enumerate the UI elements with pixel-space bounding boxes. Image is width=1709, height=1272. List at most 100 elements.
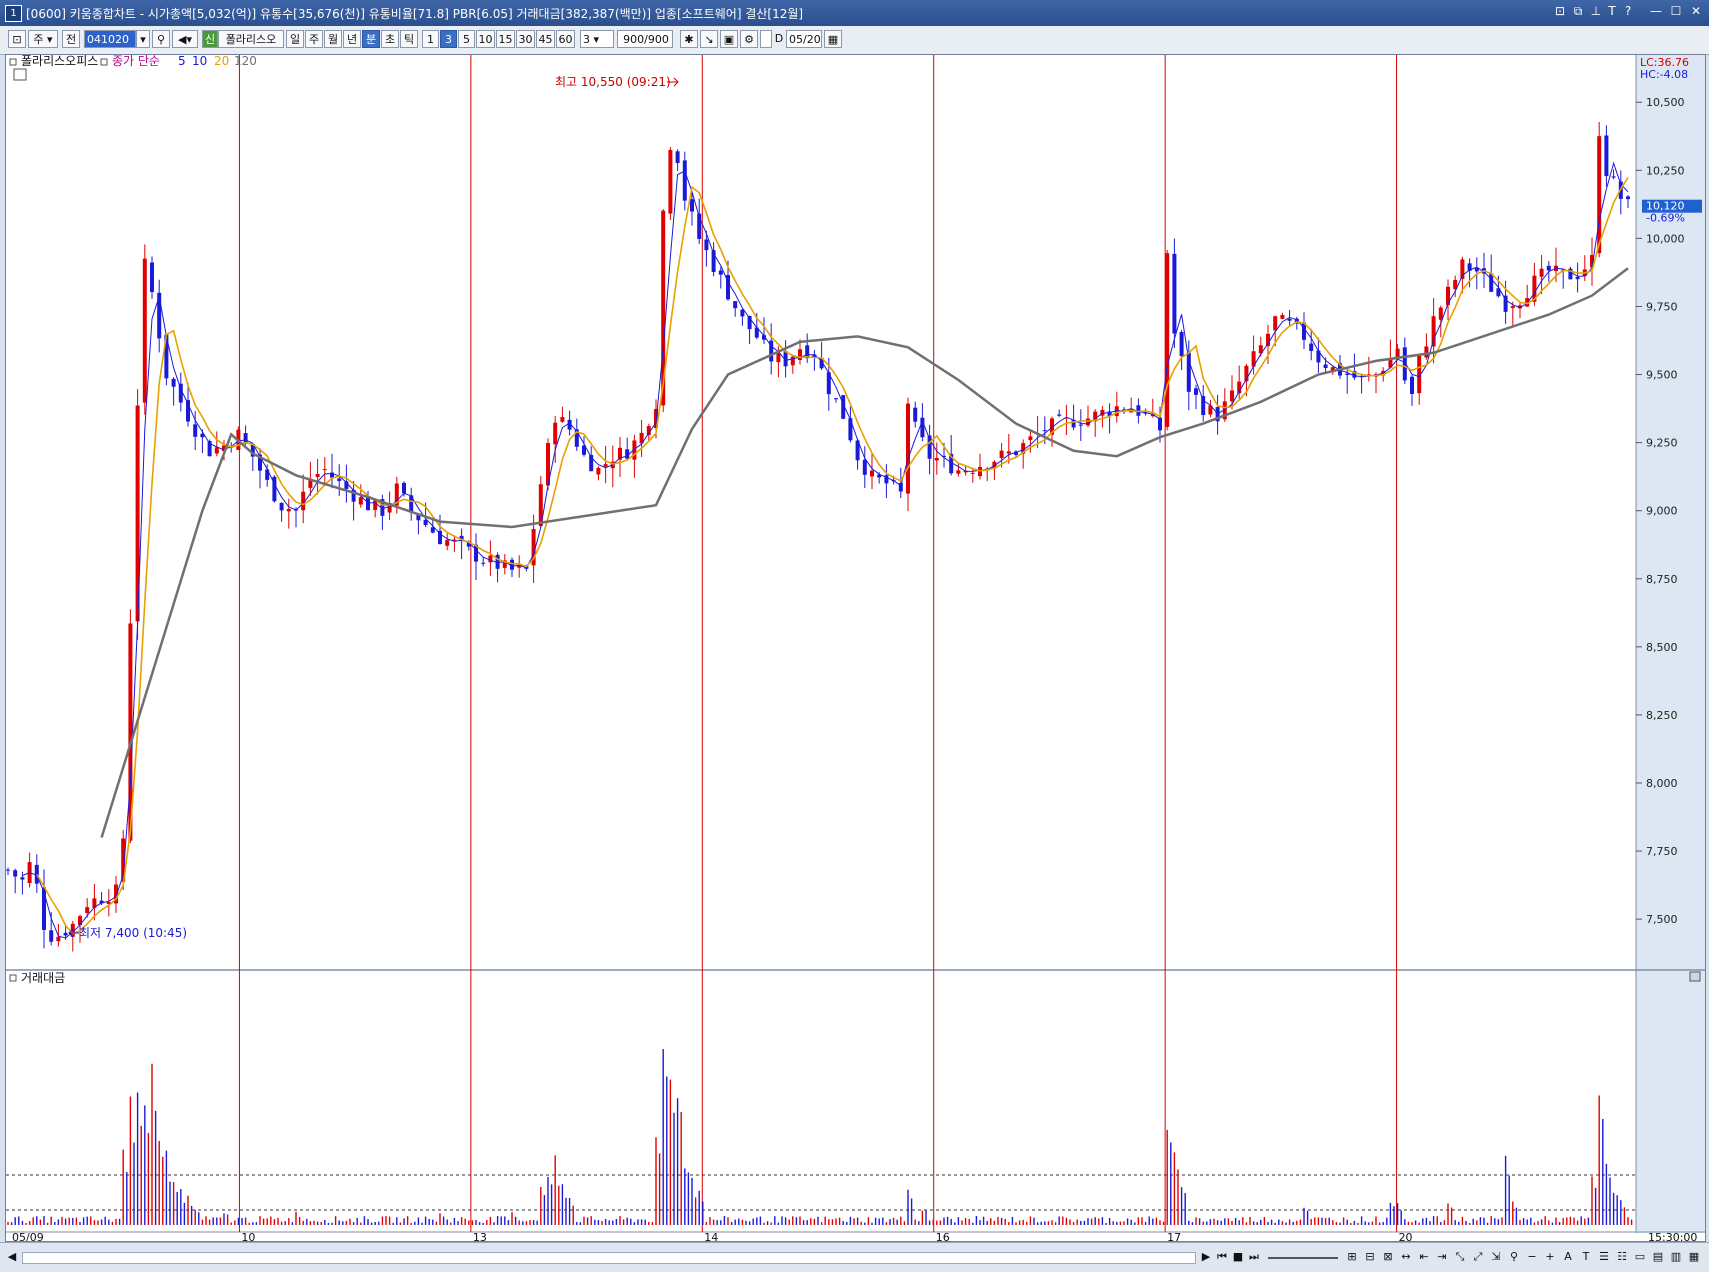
code-dropdown-icon[interactable]: ▾	[136, 30, 150, 48]
candle-body	[1287, 318, 1292, 321]
layout2-icon[interactable]: ▤	[1650, 1249, 1666, 1265]
period-minute-button[interactable]: 분	[362, 30, 380, 48]
list2-icon[interactable]: ☷	[1614, 1249, 1630, 1265]
candle-body	[1273, 316, 1278, 331]
candle-body	[1201, 396, 1206, 415]
tool3-icon[interactable]: ⊠	[1380, 1249, 1396, 1265]
x-tick-label: 17	[1167, 1231, 1181, 1241]
calendar-icon[interactable]: ▦	[824, 30, 842, 48]
close-icon[interactable]: ✕	[1688, 4, 1704, 18]
layout-icon[interactable]: ⊡	[8, 30, 26, 48]
period-day-button[interactable]: 일	[286, 30, 304, 48]
speaker-icon[interactable]: ◀▾	[172, 30, 198, 48]
tool9-icon[interactable]: ⇲	[1488, 1249, 1504, 1265]
date-checkbox[interactable]	[760, 30, 772, 48]
zoom-out-icon[interactable]: −	[1524, 1249, 1540, 1265]
minute-30-button[interactable]: 30	[516, 30, 535, 48]
font-icon[interactable]: T	[1604, 4, 1620, 18]
rewind-icon[interactable]: ⏮	[1214, 1249, 1230, 1265]
layout3-icon[interactable]: ▥	[1668, 1249, 1684, 1265]
candle-body	[510, 559, 514, 570]
window-icon[interactable]: ▭	[1632, 1249, 1648, 1265]
link-icon[interactable]: ⊡	[1552, 4, 1568, 18]
minute-1-button[interactable]: 1	[422, 30, 439, 48]
minute-60-button[interactable]: 60	[556, 30, 575, 48]
help-icon[interactable]: ?	[1620, 4, 1636, 18]
tool2-icon[interactable]: ⊟	[1362, 1249, 1378, 1265]
fast-forward-icon[interactable]: ⏭	[1246, 1249, 1262, 1265]
play-icon[interactable]: ▶	[1198, 1249, 1214, 1265]
price-tick-label: 9,750	[1646, 300, 1678, 313]
tool1-icon[interactable]: ⊞	[1344, 1249, 1360, 1265]
candle-body	[718, 270, 723, 275]
tool7-icon[interactable]: ⤡	[1452, 1249, 1468, 1265]
chart-canvas[interactable]: 10,500 10,250 10,000 9,750 9,500 9,250 9,000 8,…	[6, 55, 1705, 1241]
price-tick-label: 10,000	[1646, 232, 1685, 245]
candle-body	[1323, 364, 1328, 368]
text-style-icon[interactable]: T	[1578, 1249, 1594, 1265]
candle-body	[560, 417, 565, 422]
candle-body	[1510, 306, 1515, 309]
stock-code-input[interactable]: 041020	[84, 30, 136, 48]
candle-body	[1431, 316, 1436, 347]
minute-15-button[interactable]: 15	[496, 30, 515, 48]
tool6-icon[interactable]: ⇥	[1434, 1249, 1450, 1265]
low-annotation: 최저 7,400 (10:45)	[79, 926, 187, 940]
save-icon[interactable]: ▣	[720, 30, 738, 48]
minute-3-button[interactable]: 3	[440, 30, 457, 48]
grid-table-icon[interactable]	[13, 68, 27, 81]
candle-body	[553, 422, 558, 445]
tool5-icon[interactable]: ⇤	[1416, 1249, 1432, 1265]
layout4-icon[interactable]: ▦	[1686, 1249, 1702, 1265]
candle-body	[1230, 390, 1234, 402]
stock-name-field[interactable]: 폴라리스오	[218, 30, 284, 48]
window-number-icon: 1	[5, 5, 22, 22]
data-count-input[interactable]: 900/900	[617, 30, 673, 48]
minute-5-button[interactable]: 5	[458, 30, 475, 48]
maximize-icon[interactable]: ☐	[1668, 4, 1684, 18]
minimize-icon[interactable]: —	[1648, 4, 1664, 18]
text-tool-icon[interactable]: A	[1560, 1249, 1576, 1265]
period-week-button[interactable]: 주	[305, 30, 323, 48]
candle-body	[1604, 135, 1609, 177]
tool8-icon[interactable]: ⤢	[1470, 1249, 1486, 1265]
speed-slider[interactable]	[1268, 1257, 1338, 1259]
copy-icon[interactable]: ⧉	[1570, 4, 1586, 19]
period-tick-button[interactable]: 틱	[400, 30, 418, 48]
candle-body	[1309, 343, 1314, 351]
indicator-icon[interactable]: ✱	[680, 30, 698, 48]
tool4-icon[interactable]: ↔	[1398, 1249, 1414, 1265]
candle-body	[1179, 331, 1184, 357]
window-title: [0600] 키움종합차트 - 시가총액[5,032(억)] 유통수[35,67…	[26, 7, 804, 21]
settings-gear-icon[interactable]: ⚙	[740, 30, 758, 48]
pin-icon[interactable]: ⊥	[1588, 4, 1604, 18]
scrollbar-track[interactable]	[22, 1252, 1196, 1264]
period-year-button[interactable]: 년	[343, 30, 361, 48]
search-icon[interactable]: ⚲	[152, 30, 170, 48]
price-tick-label: 8,250	[1646, 709, 1678, 722]
period-month-button[interactable]: 월	[324, 30, 342, 48]
period-select[interactable]: 주 ▾	[28, 30, 58, 48]
zoom-icon[interactable]: ⚲	[1506, 1249, 1522, 1265]
candle-body	[49, 930, 54, 942]
zoom-in-icon[interactable]: +	[1542, 1249, 1558, 1265]
x-tick-label: 16	[936, 1231, 950, 1241]
scroll-left-icon[interactable]: ◀	[4, 1249, 20, 1265]
price-tick-label: 8,500	[1646, 641, 1678, 654]
candle-body	[1611, 176, 1616, 178]
all-market-button[interactable]: 전	[62, 30, 80, 48]
date-input[interactable]: 05/20	[786, 30, 822, 48]
candle-body	[1597, 136, 1602, 254]
period-second-button[interactable]: 초	[381, 30, 399, 48]
current-change-label: -0.69%	[1646, 212, 1685, 225]
candle-body	[603, 464, 608, 467]
panel-close-icon[interactable]	[1689, 971, 1701, 982]
minute-10-button[interactable]: 10	[476, 30, 495, 48]
list-icon[interactable]: ☰	[1596, 1249, 1612, 1265]
time-label: 15:30:00	[1648, 1231, 1697, 1241]
minute-45-button[interactable]: 45	[536, 30, 555, 48]
stop-icon[interactable]: ■	[1230, 1249, 1246, 1265]
minute-count-select[interactable]: 3 ▾	[580, 30, 614, 48]
x-tick-label: 05/09	[12, 1231, 44, 1241]
draw-tool-icon[interactable]: ↘	[700, 30, 718, 48]
